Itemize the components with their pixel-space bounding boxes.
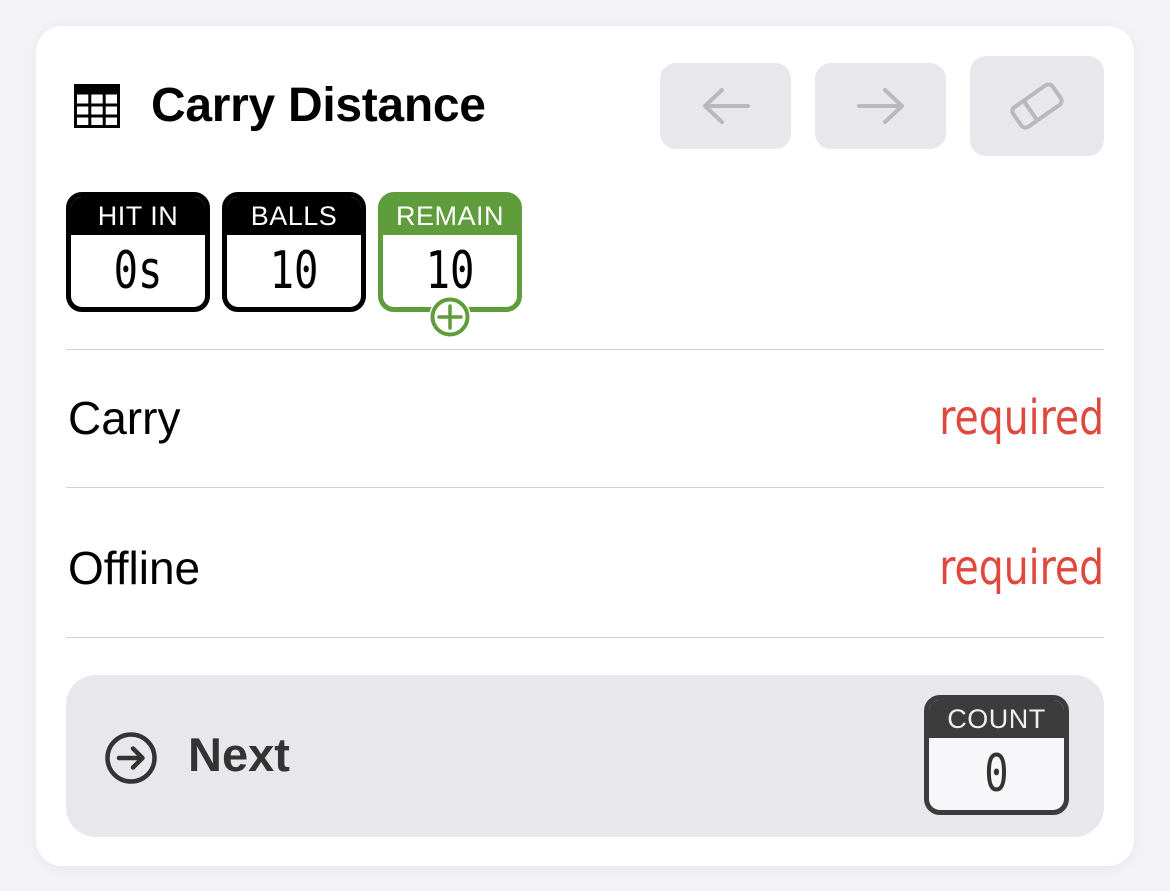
- carry-label: Carry: [68, 392, 181, 444]
- count-label: COUNT: [929, 700, 1064, 738]
- balls-label: BALLS: [227, 197, 361, 235]
- balls-value: 10: [269, 241, 319, 301]
- count-badge: COUNT 0: [924, 695, 1069, 815]
- drill-card: Carry Distance HIT IN 0s BALLS 10 REMAIN…: [36, 26, 1134, 866]
- arrow-left-icon: [702, 88, 750, 124]
- previous-button[interactable]: [660, 63, 791, 149]
- next-label: Next: [188, 728, 290, 781]
- arrow-right-circle-icon: [105, 732, 157, 784]
- offline-status: required: [939, 540, 1104, 596]
- carry-status: required: [939, 390, 1104, 446]
- eraser-icon: [1010, 82, 1064, 130]
- plus-circle-icon: [430, 297, 470, 337]
- divider: [66, 637, 1104, 638]
- grid-icon: [74, 84, 120, 128]
- page-title: Carry Distance: [151, 79, 486, 132]
- offline-label: Offline: [68, 542, 201, 594]
- hit-in-value: 0s: [113, 241, 163, 301]
- divider: [66, 487, 1104, 488]
- add-ball-button[interactable]: [429, 296, 471, 338]
- carry-row[interactable]: Carry required: [66, 350, 1104, 487]
- balls-badge: BALLS 10: [222, 192, 366, 312]
- hit-in-label: HIT IN: [71, 197, 205, 235]
- next-button[interactable]: Next COUNT 0: [66, 675, 1104, 837]
- offline-row[interactable]: Offline required: [66, 500, 1104, 637]
- count-value: 0: [984, 744, 1009, 804]
- remain-badge: REMAIN 10: [378, 192, 522, 312]
- erase-button[interactable]: [970, 56, 1104, 156]
- remain-label: REMAIN: [383, 197, 517, 235]
- hit-in-badge: HIT IN 0s: [66, 192, 210, 312]
- next-arrow-button[interactable]: [815, 63, 946, 149]
- arrow-right-icon: [856, 88, 904, 124]
